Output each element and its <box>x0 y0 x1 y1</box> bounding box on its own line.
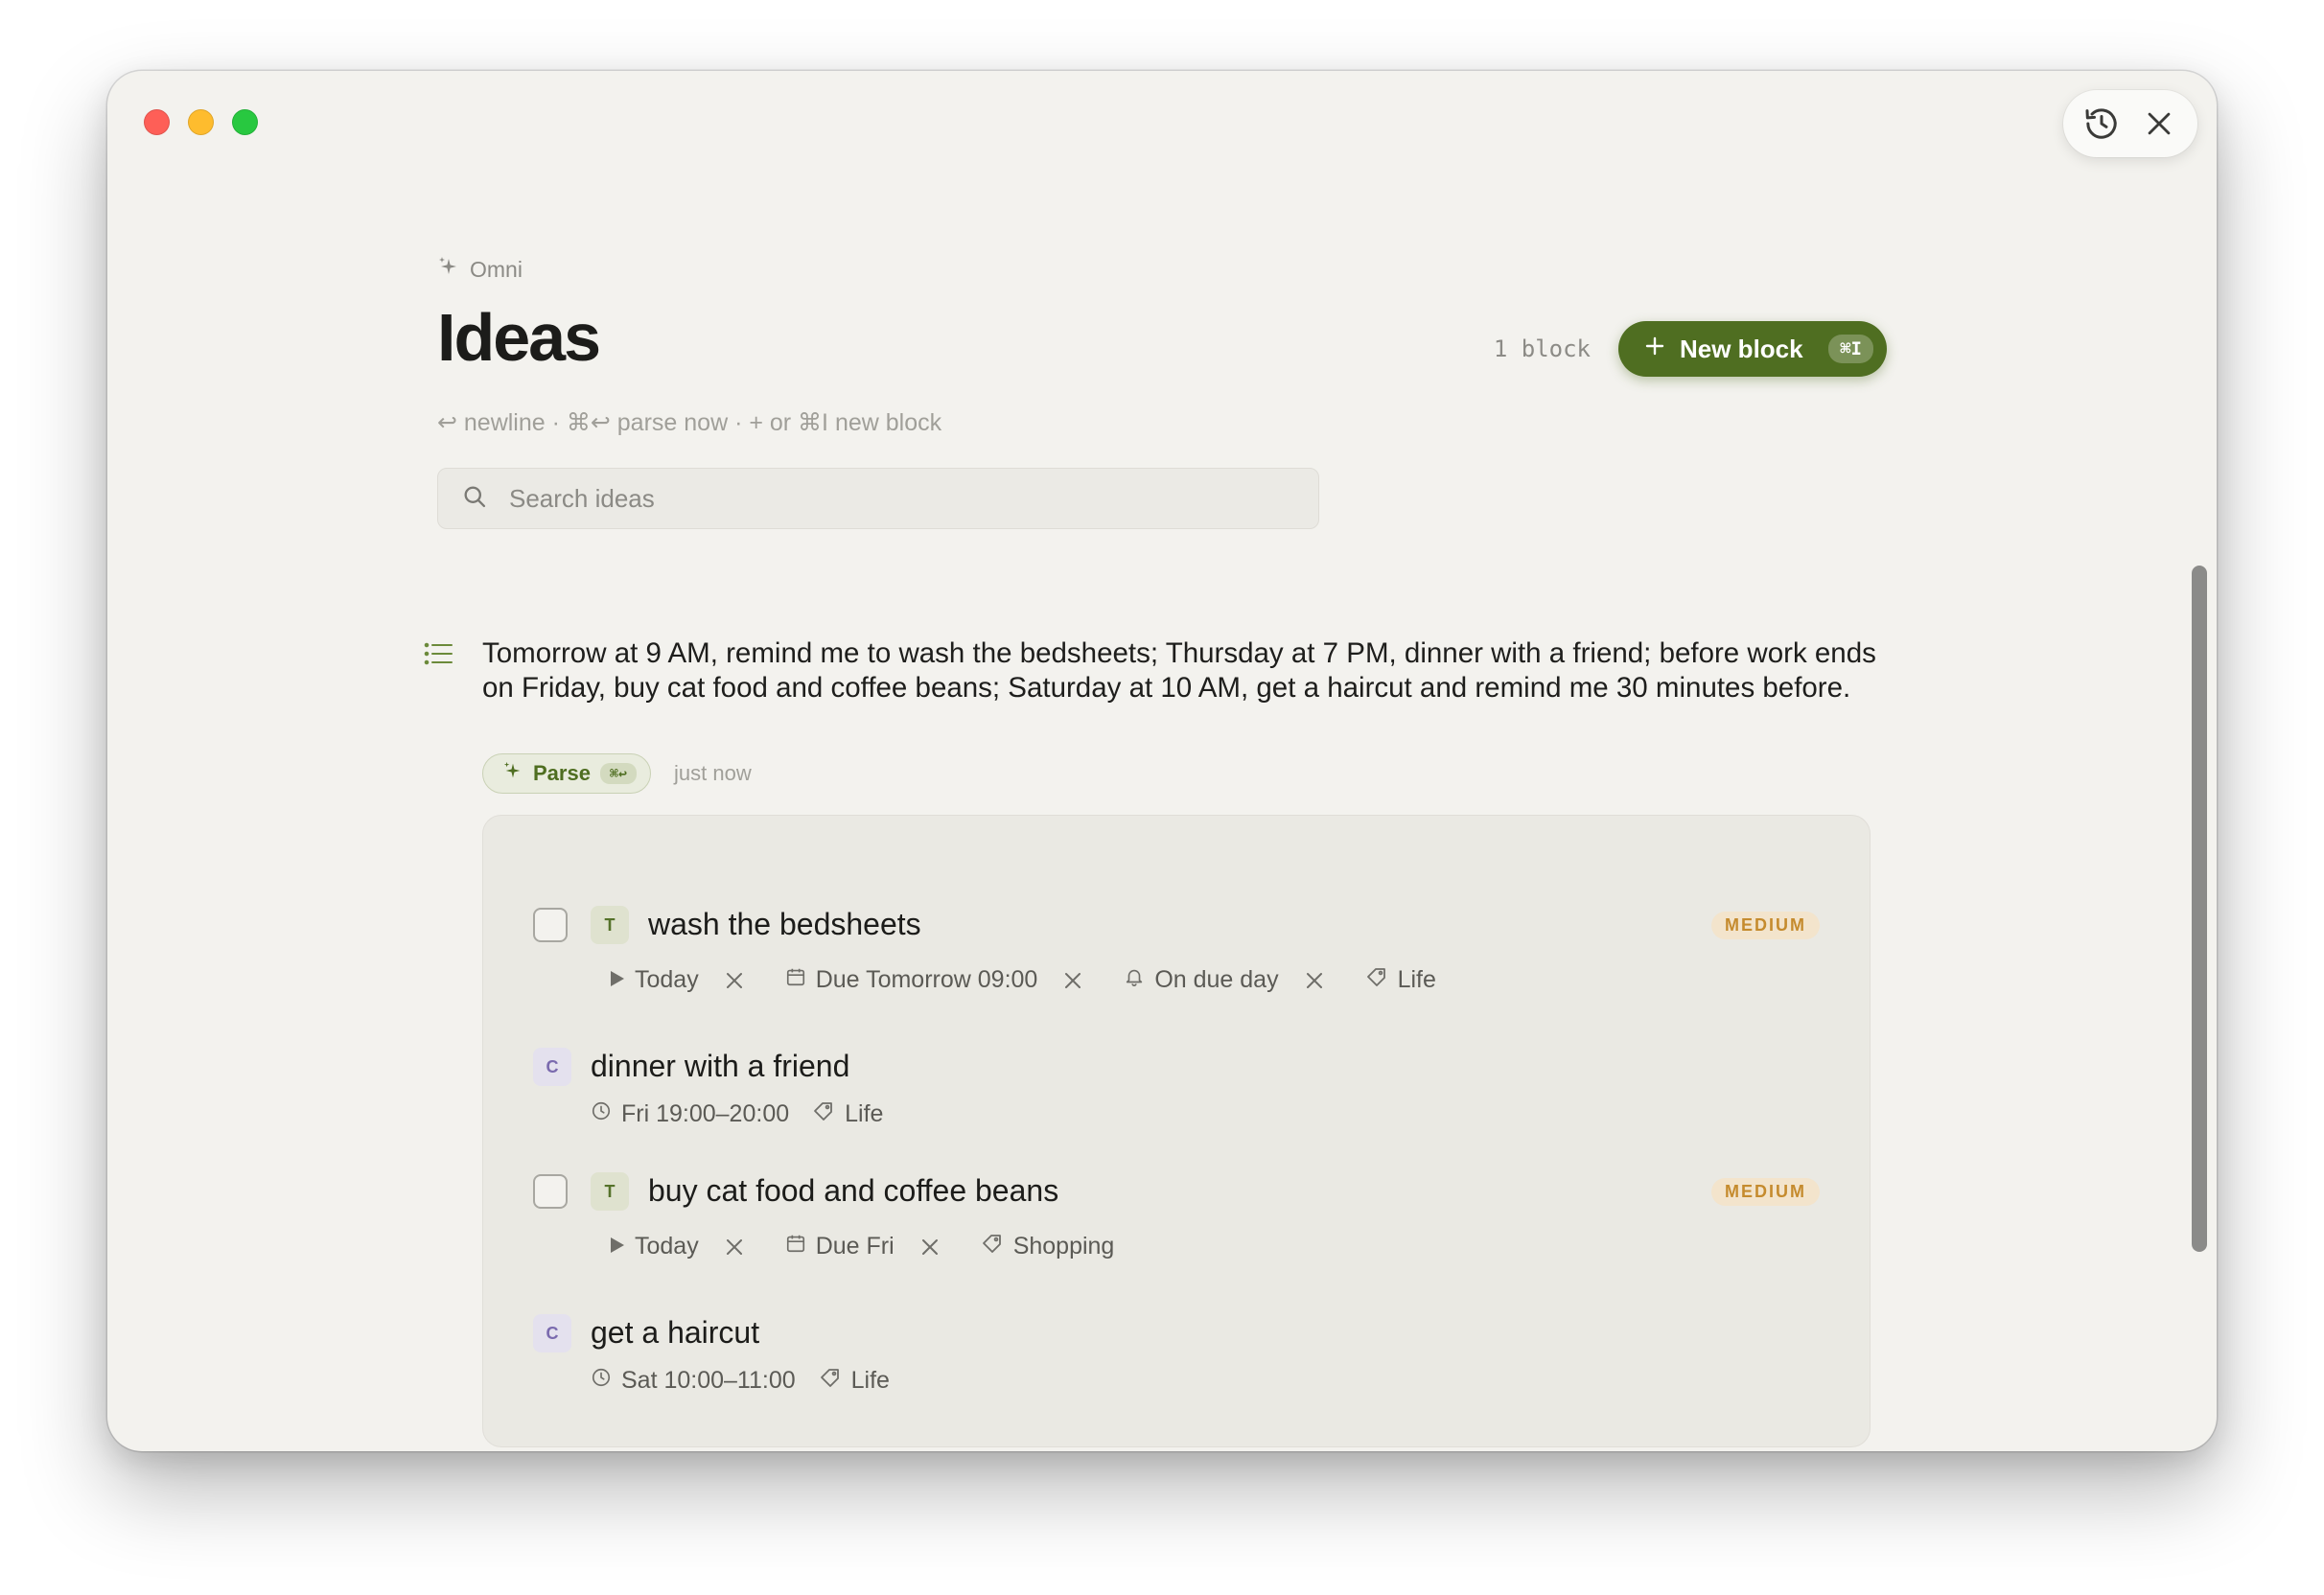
page-title: Ideas <box>437 300 601 375</box>
block-timestamp: just now <box>674 761 752 785</box>
start-label: Today <box>635 966 699 993</box>
due-chip[interactable]: Due Fri <box>785 1233 939 1260</box>
parse-row: Parse ⌘↩ just now <box>482 753 752 794</box>
tag-label: Life <box>845 1100 884 1127</box>
start-chip[interactable]: Today <box>610 966 743 994</box>
search-icon <box>461 483 488 515</box>
block-text[interactable]: Tomorrow at 9 AM, remind me to wash the … <box>482 636 1892 705</box>
time-label: Fri 19:00–20:00 <box>621 1100 790 1127</box>
clock-icon <box>591 1100 612 1128</box>
calendar-badge: C <box>533 1314 571 1352</box>
minimize-window-button[interactable] <box>188 109 214 135</box>
item-meta: Today Due Tomorrow 09:00 On due day Life <box>610 965 1478 995</box>
clock-icon <box>591 1367 612 1395</box>
task-checkbox[interactable] <box>533 1174 568 1209</box>
remove-due-icon[interactable] <box>1064 972 1081 989</box>
task-badge: T <box>591 1172 629 1211</box>
new-block-label: New block <box>1680 334 1803 363</box>
block-count: 1 block <box>1493 335 1591 362</box>
due-chip[interactable]: Due Tomorrow 09:00 <box>785 966 1082 994</box>
item-title[interactable]: wash the bedsheets <box>648 907 921 942</box>
task-badge: T <box>591 906 629 944</box>
tag-icon <box>1365 965 1388 995</box>
time-chip[interactable]: Fri 19:00–20:00 <box>591 1100 789 1128</box>
reminder-label: On due day <box>1154 966 1279 993</box>
tag-chip[interactable]: Shopping <box>981 1232 1115 1261</box>
tag-chip[interactable]: Life <box>812 1099 883 1129</box>
remove-start-icon[interactable] <box>726 1238 743 1256</box>
time-label: Sat 10:00–11:00 <box>621 1367 796 1394</box>
history-icon[interactable] <box>2080 103 2123 145</box>
new-block-button[interactable]: New block ⌘I <box>1618 321 1887 377</box>
play-icon <box>610 966 625 994</box>
tag-label: Life <box>850 1367 890 1394</box>
bell-icon <box>1124 966 1145 994</box>
item-meta: Today Due Fri Shopping <box>610 1232 1156 1261</box>
reminder-chip[interactable]: On due day <box>1124 966 1322 994</box>
window-controls <box>144 109 258 135</box>
due-label: Due Fri <box>815 1233 895 1260</box>
parse-label: Parse <box>533 761 591 785</box>
item-title[interactable]: dinner with a friend <box>591 1049 849 1084</box>
remove-start-icon[interactable] <box>726 972 743 989</box>
top-actions <box>2063 90 2197 157</box>
play-icon <box>610 1233 625 1260</box>
new-block-shortcut: ⌘I <box>1828 335 1873 363</box>
close-icon[interactable] <box>2138 103 2180 145</box>
zoom-window-button[interactable] <box>232 109 258 135</box>
search-input[interactable] <box>507 482 1297 515</box>
breadcrumb-label: Omni <box>470 256 523 282</box>
tag-label: Shopping <box>1012 1233 1115 1260</box>
search-bar[interactable] <box>437 468 1319 529</box>
tag-chip[interactable]: Life <box>819 1366 890 1396</box>
hint-text: ↩ newline · ⌘↩ parse now · + or ⌘I new b… <box>437 409 942 436</box>
sparkle-icon <box>437 255 460 284</box>
parse-shortcut: ⌘↩ <box>599 763 638 784</box>
item-meta: Sat 10:00–11:00 Life <box>591 1366 932 1396</box>
item-meta: Fri 19:00–20:00 Life <box>591 1099 925 1129</box>
close-window-button[interactable] <box>144 109 170 135</box>
app-window: Omni Ideas 1 block New block ⌘I ↩ newlin… <box>107 71 2217 1451</box>
time-chip[interactable]: Sat 10:00–11:00 <box>591 1367 796 1395</box>
task-checkbox[interactable] <box>533 908 568 942</box>
tag-icon <box>981 1232 1004 1261</box>
priority-badge[interactable]: MEDIUM <box>1711 1178 1820 1206</box>
priority-badge[interactable]: MEDIUM <box>1711 912 1820 939</box>
breadcrumb[interactable]: Omni <box>437 255 523 284</box>
remove-reminder-icon[interactable] <box>1306 972 1323 989</box>
plus-icon <box>1643 335 1666 364</box>
parsed-results: T wash the bedsheets MEDIUM Today Due To… <box>482 815 1871 1447</box>
start-label: Today <box>635 1233 699 1260</box>
calendar-icon <box>785 966 806 994</box>
keyboard-hint: ↩ newline · ⌘↩ parse now · + or ⌘I new b… <box>437 408 941 437</box>
scrollbar[interactable] <box>2192 566 2207 1252</box>
tag-label: Life <box>1397 966 1436 993</box>
remove-due-icon[interactable] <box>921 1238 939 1256</box>
parse-button[interactable]: Parse ⌘↩ <box>482 753 652 794</box>
tag-chip[interactable]: Life <box>1365 965 1436 995</box>
calendar-badge: C <box>533 1048 571 1086</box>
tag-icon <box>819 1366 842 1396</box>
sparkle-icon <box>502 760 523 787</box>
start-chip[interactable]: Today <box>610 1233 743 1260</box>
due-label: Due Tomorrow 09:00 <box>815 966 1038 993</box>
item-title[interactable]: buy cat food and coffee beans <box>648 1173 1058 1209</box>
tag-icon <box>812 1099 835 1129</box>
calendar-icon <box>785 1233 806 1260</box>
list-icon[interactable] <box>424 640 454 672</box>
item-title[interactable]: get a haircut <box>591 1315 759 1351</box>
